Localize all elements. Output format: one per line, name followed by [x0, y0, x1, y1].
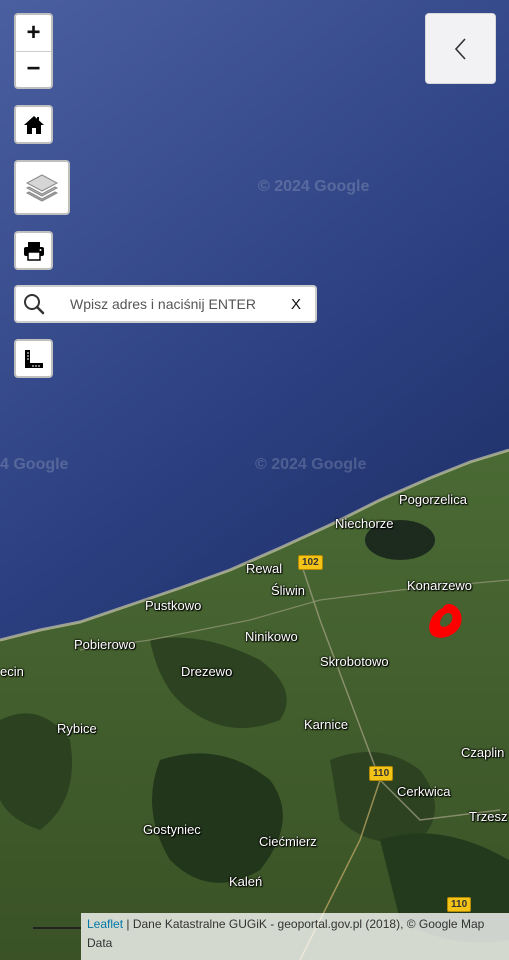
- watermark: 4 Google: [0, 456, 69, 473]
- zoom-out-button[interactable]: −: [16, 52, 51, 88]
- place-label: Pogorzelica: [399, 492, 467, 507]
- sidebar-toggle-button[interactable]: [425, 13, 496, 84]
- place-label: Karnice: [304, 717, 349, 732]
- map-attribution: Leaflet | Dane Katastralne GUGiK - geopo…: [81, 913, 509, 960]
- place-label: Śliwin: [271, 583, 305, 598]
- address-search-bar: X: [14, 285, 317, 323]
- ruler-icon: [24, 349, 43, 368]
- layers-button[interactable]: [14, 160, 70, 215]
- zoom-control: + −: [14, 13, 53, 89]
- place-label: Rybice: [57, 721, 97, 736]
- place-label: Cerkwica: [397, 784, 451, 799]
- attribution-text: | Dane Katastralne GUGiK - geoportal.gov…: [87, 917, 485, 950]
- road-shield: 102: [298, 555, 323, 570]
- place-label: ecin: [0, 664, 24, 679]
- measure-button[interactable]: [14, 339, 53, 378]
- chevron-left-icon: [454, 37, 466, 60]
- watermark: © 2024 Google: [255, 456, 367, 473]
- place-label: Ninikowo: [245, 629, 298, 644]
- place-label: Drezewo: [181, 664, 233, 679]
- place-label: Kaleń: [229, 874, 263, 889]
- place-label: Trzesz: [469, 809, 508, 824]
- place-label: Niechorze: [335, 516, 394, 531]
- satellite-map[interactable]: © 2024 Google © 2024 Google 4 Google Pog…: [0, 0, 509, 960]
- map-imagery: [0, 0, 509, 960]
- home-icon: [23, 115, 44, 134]
- printer-icon: [23, 241, 44, 261]
- road-shield: 110: [369, 766, 394, 781]
- zoom-in-button[interactable]: +: [16, 15, 51, 52]
- place-label: Gostyniec: [143, 822, 201, 837]
- place-label: Konarzewo: [407, 578, 473, 593]
- place-label: Skrobotowo: [320, 654, 389, 669]
- leaflet-link[interactable]: Leaflet: [87, 917, 123, 931]
- print-button[interactable]: [14, 231, 53, 270]
- search-icon[interactable]: [16, 287, 52, 321]
- scale-bar: [33, 923, 81, 929]
- watermark: © 2024 Google: [258, 178, 370, 195]
- place-label: Pustkowo: [145, 598, 202, 613]
- home-button[interactable]: [14, 105, 53, 144]
- road-shield: 110: [447, 897, 472, 912]
- layers-icon: [25, 173, 59, 202]
- place-label: Rewal: [246, 561, 283, 576]
- place-label: Czaplin: [461, 745, 505, 760]
- place-label: Ciećmierz: [259, 834, 317, 849]
- address-search-input[interactable]: [52, 296, 277, 312]
- search-clear-button[interactable]: X: [277, 296, 315, 313]
- place-label: Pobierowo: [74, 637, 136, 652]
